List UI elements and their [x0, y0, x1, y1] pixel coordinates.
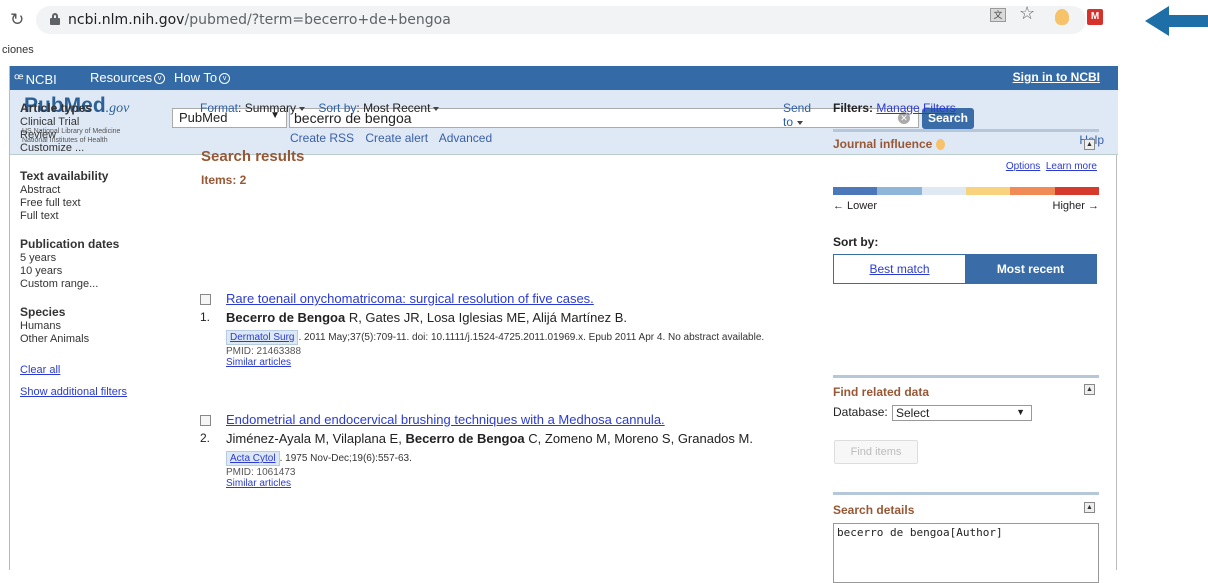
find-related-title: Find related data [833, 385, 930, 399]
result-citation: Dermatol Surg. 2011 May;37(5):709-11. do… [226, 329, 806, 369]
result-authors: Becerro de Bengoa R, Gates JR, Losa Igle… [226, 310, 627, 325]
right-column: Filters: Manage Filters Journal influenc… [833, 101, 1099, 583]
clear-all-link[interactable]: Clear all [20, 364, 180, 376]
bulb-icon [935, 139, 945, 151]
chevron-down-icon: v [154, 73, 166, 85]
filter-item[interactable]: Abstract [20, 184, 180, 197]
pointer-arrow-icon [1145, 6, 1208, 36]
signin-link[interactable]: Sign in to NCBI [1013, 70, 1100, 84]
translate-icon[interactable]: 文 [990, 8, 1006, 22]
caret-down-icon [797, 120, 804, 125]
journal-links: Options Learn more [1006, 161, 1097, 172]
create-alert-link[interactable]: Create alert [365, 131, 428, 145]
journal-link[interactable]: Dermatol Surg [226, 330, 299, 345]
filter-item[interactable]: Clinical Trial [20, 116, 180, 129]
filter-item[interactable]: 5 years [20, 252, 180, 265]
filter-group-text-availability: Text availability Abstract Free full tex… [20, 169, 180, 223]
filters-header: Filters: Manage Filters [833, 101, 956, 115]
scale-segment [877, 187, 922, 195]
ncbi-logo[interactable]: ꟹ NCBI [14, 70, 57, 88]
ncbi-swirl-icon: ꟹ [14, 71, 24, 88]
manage-filters-link[interactable]: Manage Filters [876, 101, 955, 115]
best-match-button[interactable]: Best match [834, 255, 965, 283]
filter-item[interactable]: 10 years [20, 265, 180, 278]
filter-item[interactable]: Customize ... [20, 142, 180, 155]
result-pmid: PMID: 1061473 [226, 467, 296, 478]
filter-item[interactable]: Full text [20, 210, 180, 223]
reload-icon[interactable]: ↻ [10, 10, 24, 30]
chevron-down-icon: v [219, 73, 231, 85]
scale-segment [1054, 187, 1099, 195]
items-count: Items: 2 [201, 173, 247, 187]
create-rss-link[interactable]: Create RSS [290, 131, 354, 145]
scale-lower-label: ← Lower [833, 200, 878, 212]
section-divider [833, 492, 1099, 495]
learn-more-link[interactable]: Learn more [1046, 161, 1097, 172]
bookmark-star-icon[interactable]: ☆ [1019, 3, 1035, 24]
find-items-button[interactable]: Find items [834, 440, 918, 464]
similar-articles-link[interactable]: Similar articles [226, 357, 806, 369]
database-label: Database: [833, 405, 888, 419]
result-checkbox[interactable] [200, 415, 211, 426]
caret-down-icon [299, 106, 306, 111]
section-divider [833, 129, 1099, 132]
show-additional-filters-link[interactable]: Show additional filters [20, 386, 180, 398]
filter-sidebar: Article types Clinical Trial Review Cust… [20, 101, 180, 398]
extension-mendeley-icon[interactable]: M [1087, 9, 1103, 25]
scale-segment [1010, 187, 1055, 195]
search-details-box[interactable]: becerro de bengoa[Author] [833, 523, 1099, 583]
caret-down-icon [433, 106, 440, 111]
result-pmid: PMID: 21463388 [226, 346, 302, 357]
section-divider [833, 375, 1099, 378]
journal-link[interactable]: Acta Cytol [226, 451, 280, 466]
filter-item[interactable]: Review [20, 129, 180, 142]
url-text[interactable]: ncbi.nlm.nih.gov/pubmed/?term=becerro+de… [68, 12, 451, 28]
similar-articles-link[interactable]: Similar articles [226, 478, 806, 490]
collapse-icon[interactable]: ▲ [1084, 139, 1095, 150]
filter-item[interactable]: Free full text [20, 197, 180, 210]
howto-menu[interactable]: How To v [174, 70, 231, 85]
filter-group-species: Species Humans Other Animals [20, 305, 180, 346]
scale-segment [921, 187, 966, 195]
scale-higher-label: Higher → [1052, 200, 1099, 212]
filter-item[interactable]: Other Animals [20, 333, 180, 346]
browser-toolbar: ↻ ncbi.nlm.nih.gov/pubmed/?term=becerro+… [0, 0, 1208, 40]
scale-segment [965, 187, 1011, 195]
sort-menu[interactable]: Sort by: Most Recent [318, 101, 449, 115]
collapse-icon[interactable]: ▲ [1084, 384, 1095, 395]
ncbi-top-bar: ꟹ NCBI Resources v How To v Sign in to NCBI [10, 66, 1118, 90]
format-menu[interactable]: Format: Summary [200, 101, 315, 115]
result-checkbox[interactable] [200, 294, 211, 305]
search-details-title: Search details [833, 503, 915, 517]
sort-by-label: Sort by: [833, 235, 879, 249]
result-authors: Jiménez-Ayala M, Vilaplana E, Becerro de… [226, 431, 753, 446]
filter-item[interactable]: Custom range... [20, 278, 180, 291]
result-citation: Acta Cytol. 1975 Nov-Dec;19(6):557-63. P… [226, 450, 806, 490]
collapse-icon[interactable]: ▲ [1084, 502, 1095, 513]
filter-item[interactable]: Humans [20, 320, 180, 333]
result-title-link[interactable]: Rare toenail onychomatricoma: surgical r… [226, 291, 594, 306]
advanced-link[interactable]: Advanced [439, 131, 492, 145]
filter-group-publication-dates: Publication dates 5 years 10 years Custo… [20, 237, 180, 291]
extension-bulb-icon[interactable] [1055, 9, 1069, 25]
resources-menu[interactable]: Resources v [90, 70, 166, 85]
format-sort-bar: Format: Summary Sort by: Most Recent [200, 101, 449, 115]
filter-group-article-types: Article types Clinical Trial Review Cust… [20, 101, 180, 155]
search-sublinks: Create RSS Create alert Advanced [290, 131, 500, 145]
options-link[interactable]: Options [1006, 161, 1040, 172]
bookmark-bar-item[interactable]: ciones [2, 44, 34, 56]
scale-segment [833, 187, 878, 195]
dropdown-arrow-icon: ▼ [1016, 407, 1025, 417]
address-bar[interactable]: ncbi.nlm.nih.gov/pubmed/?term=becerro+de… [36, 6, 1086, 34]
lock-icon [50, 13, 60, 25]
journal-influence-title: Journal influence [833, 137, 945, 151]
influence-scale [833, 187, 1099, 195]
result-title-link[interactable]: Endometrial and endocervical brushing te… [226, 412, 665, 427]
send-to-menu[interactable]: Send to [783, 101, 820, 129]
related-database-select[interactable]: Select ▼ [892, 405, 1032, 421]
search-results-title: Search results [201, 148, 305, 165]
sort-toggle: Best match Most recent [833, 254, 1097, 284]
most-recent-button[interactable]: Most recent [965, 255, 1096, 283]
